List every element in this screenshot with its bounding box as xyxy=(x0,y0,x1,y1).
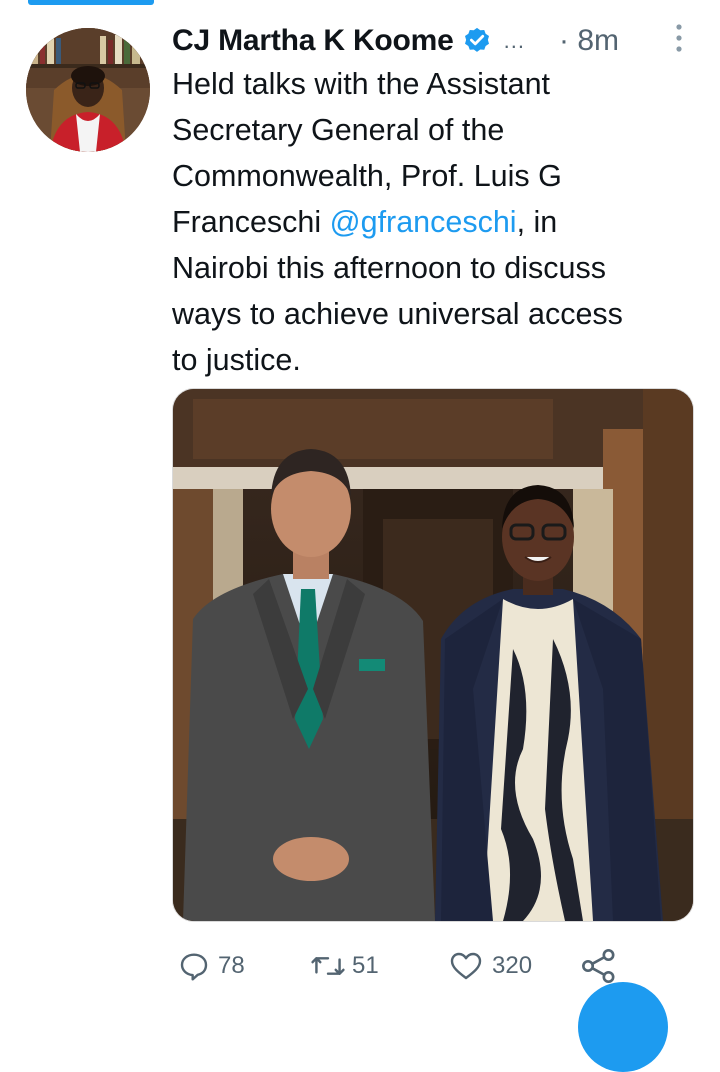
author-name[interactable]: CJ Martha K Koome xyxy=(172,24,454,58)
share-icon xyxy=(580,947,618,985)
tweet-text: Held talks with the Assistant Secretary … xyxy=(172,61,692,383)
avatar[interactable] xyxy=(26,28,150,152)
reply-button[interactable]: 78 xyxy=(178,946,245,986)
tweet-header: CJ Martha K Koome ... · 8m xyxy=(172,18,720,64)
reply-icon xyxy=(178,950,210,982)
compose-fab-button[interactable] xyxy=(578,982,668,1072)
more-vertical-icon[interactable] xyxy=(674,22,684,56)
retweet-count: 51 xyxy=(352,952,379,979)
share-button[interactable] xyxy=(580,946,618,986)
tweet-photo[interactable] xyxy=(172,388,694,922)
avatar-image xyxy=(26,28,150,152)
reply-count: 78 xyxy=(218,952,245,979)
mention-link[interactable]: @gfranceschi xyxy=(330,205,517,239)
top-accent-strip xyxy=(28,0,154,5)
photo-image xyxy=(173,389,693,921)
retweet-button[interactable]: 51 xyxy=(310,946,379,986)
retweet-icon xyxy=(310,950,346,982)
like-button[interactable]: 320 xyxy=(448,946,532,986)
like-count: 320 xyxy=(492,952,533,979)
author-handle-truncated: ... xyxy=(503,28,525,53)
tweet-action-bar: 78 51 320 xyxy=(172,946,652,986)
heart-icon xyxy=(448,950,484,982)
verified-badge-icon xyxy=(462,26,492,56)
tweet-timestamp[interactable]: · 8m xyxy=(559,24,619,58)
